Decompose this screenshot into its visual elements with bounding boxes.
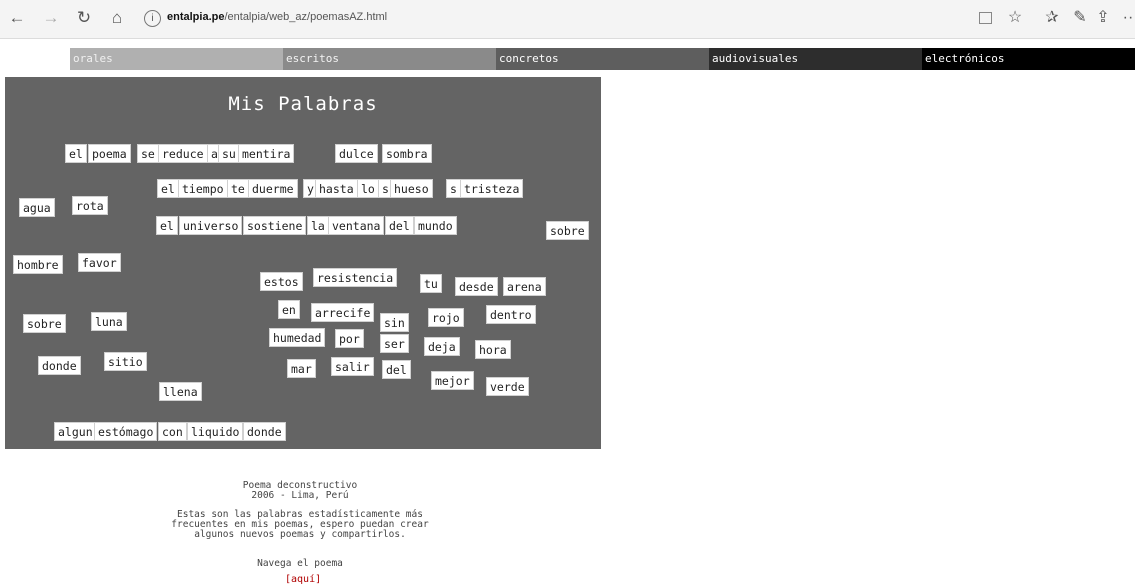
- word-tile[interactable]: tristeza: [460, 179, 524, 198]
- tab-electronicos[interactable]: electrónicos: [922, 48, 1135, 70]
- word-tile[interactable]: por: [335, 329, 364, 348]
- word-tile[interactable]: mentira: [238, 144, 295, 163]
- word-tile[interactable]: rota: [72, 196, 108, 215]
- favorites-bar-icon[interactable]: ✰: [1042, 8, 1062, 28]
- word-tile[interactable]: en: [278, 300, 300, 319]
- browser-toolbar: ← → ↻ ⌂ i entalpia.pe/entalpia/web_az/po…: [0, 0, 1135, 39]
- navigate-label: Navega el poema: [257, 558, 343, 569]
- word-tile[interactable]: algun: [54, 422, 97, 441]
- word-tile[interactable]: sobre: [546, 221, 589, 240]
- word-tile[interactable]: estómago: [94, 422, 158, 441]
- word-tile[interactable]: salir: [331, 357, 374, 376]
- word-tile[interactable]: luna: [91, 312, 127, 331]
- word-tile[interactable]: humedad: [269, 328, 326, 347]
- word-tile[interactable]: hombre: [13, 255, 63, 274]
- word-tile[interactable]: te: [227, 179, 249, 198]
- word-tile[interactable]: ser: [380, 334, 409, 353]
- favorite-icon[interactable]: ☆: [1005, 8, 1025, 28]
- word-tile[interactable]: deja: [424, 337, 460, 356]
- url-host: entalpia.pe: [167, 11, 225, 23]
- word-tile[interactable]: estos: [260, 272, 303, 291]
- word-tile[interactable]: agua: [19, 198, 55, 217]
- word-tile[interactable]: mar: [287, 359, 316, 378]
- word-tile[interactable]: del: [385, 216, 414, 235]
- word-tile[interactable]: donde: [38, 356, 81, 375]
- word-tile[interactable]: la: [307, 216, 329, 235]
- tab-orales[interactable]: orales: [70, 48, 283, 70]
- word-tile[interactable]: hueso: [390, 179, 433, 198]
- poem-description: Estas son las palabras estadísticamente …: [171, 509, 429, 540]
- word-tile[interactable]: llena: [159, 382, 202, 401]
- word-tile[interactable]: sobre: [23, 314, 66, 333]
- home-icon[interactable]: ⌂: [106, 7, 128, 29]
- reading-view-icon[interactable]: [979, 12, 992, 24]
- word-tile[interactable]: lo: [357, 179, 379, 198]
- word-tile[interactable]: resistencia: [313, 268, 398, 287]
- more-icon[interactable]: ··: [1118, 8, 1135, 28]
- word-tile[interactable]: liquido: [187, 422, 244, 441]
- word-tile[interactable]: con: [158, 422, 187, 441]
- word-tile[interactable]: del: [382, 360, 411, 379]
- pen-icon[interactable]: ✎: [1070, 8, 1090, 28]
- tab-escritos[interactable]: escritos: [283, 48, 496, 70]
- board-title: Mis Palabras: [228, 93, 378, 115]
- word-tile[interactable]: reduce: [158, 144, 208, 163]
- word-tile[interactable]: el: [156, 216, 178, 235]
- word-tile[interactable]: s: [446, 179, 461, 198]
- forward-icon[interactable]: →: [40, 7, 62, 29]
- word-tile[interactable]: hasta: [315, 179, 358, 198]
- word-tile[interactable]: mundo: [414, 216, 457, 235]
- address-bar[interactable]: entalpia.pe/entalpia/web_az/poemasAZ.htm…: [167, 11, 387, 23]
- word-tile[interactable]: sombra: [382, 144, 432, 163]
- back-icon[interactable]: ←: [6, 7, 28, 29]
- category-nav: orales escritos concretos audiovisuales …: [70, 48, 1135, 70]
- word-tile[interactable]: tu: [420, 274, 442, 293]
- word-tile[interactable]: dentro: [486, 305, 536, 324]
- word-tile[interactable]: su: [218, 144, 240, 163]
- share-icon[interactable]: ⇪: [1093, 8, 1113, 28]
- word-tile[interactable]: rojo: [428, 308, 464, 327]
- refresh-icon[interactable]: ↻: [73, 7, 95, 29]
- word-tile[interactable]: favor: [78, 253, 121, 272]
- word-tile[interactable]: sostiene: [243, 216, 307, 235]
- url-path: /entalpia/web_az/poemasAZ.html: [224, 11, 388, 23]
- word-tile[interactable]: arena: [503, 277, 546, 296]
- word-tile[interactable]: se: [137, 144, 159, 163]
- word-tile[interactable]: desde: [455, 277, 498, 296]
- tab-concretos[interactable]: concretos: [496, 48, 709, 70]
- word-tile[interactable]: universo: [179, 216, 243, 235]
- info-icon[interactable]: i: [144, 10, 161, 27]
- word-tile[interactable]: arrecife: [311, 303, 375, 322]
- word-tile[interactable]: tiempo: [178, 179, 228, 198]
- poem-heading: Poema deconstructivo 2006 - Lima, Perú: [242, 480, 358, 501]
- word-tile[interactable]: el: [65, 144, 87, 163]
- word-tile[interactable]: sin: [380, 313, 409, 332]
- word-tile[interactable]: mejor: [431, 371, 474, 390]
- tab-audiovisuales[interactable]: audiovisuales: [709, 48, 922, 70]
- word-tile[interactable]: el: [157, 179, 179, 198]
- aqui-link[interactable]: [aquí]: [285, 574, 321, 585]
- poem-board: Mis Palabras el poema se reduce a su men…: [5, 77, 601, 449]
- word-tile[interactable]: sitio: [104, 352, 147, 371]
- word-tile[interactable]: donde: [243, 422, 286, 441]
- word-tile[interactable]: duerme: [248, 179, 298, 198]
- word-tile[interactable]: hora: [475, 340, 511, 359]
- word-tile[interactable]: ventana: [328, 216, 385, 235]
- word-tile[interactable]: verde: [486, 377, 529, 396]
- word-tile[interactable]: poema: [88, 144, 131, 163]
- word-tile[interactable]: dulce: [335, 144, 378, 163]
